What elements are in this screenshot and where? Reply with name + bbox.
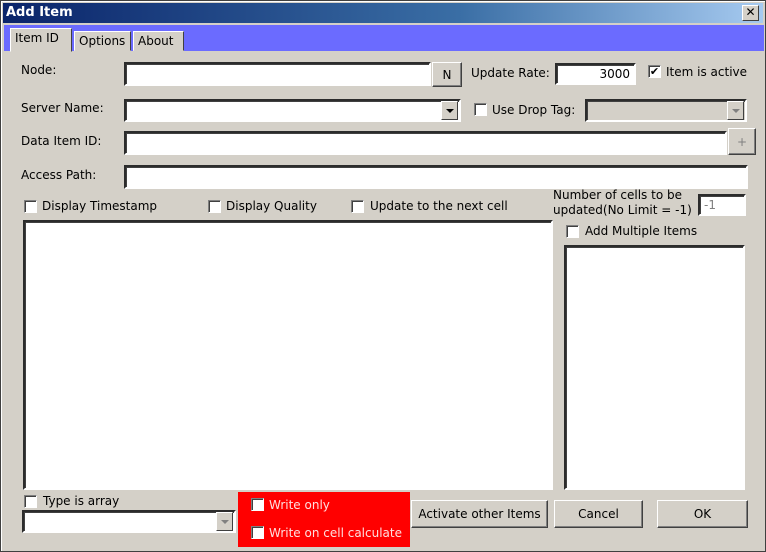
tab-options[interactable]: Options [74, 31, 131, 51]
chevron-down-icon [731, 108, 740, 113]
tab-about[interactable]: About [133, 31, 184, 51]
tab-strip: Item ID Options About [4, 25, 764, 52]
type-array-checkbox[interactable] [24, 495, 37, 508]
write-options-panel: Write only Write on cell calculate [238, 492, 410, 547]
node-field[interactable] [124, 62, 431, 86]
array-type-input[interactable] [24, 512, 234, 531]
tab-item-id[interactable]: Item ID [10, 28, 72, 52]
update-rate-input[interactable] [557, 65, 634, 83]
server-name-input[interactable] [126, 101, 459, 120]
multiple-items-listbox[interactable] [564, 245, 745, 490]
add-item-dialog: Add Item ✕ Item ID Options About Node: N… [0, 0, 766, 552]
num-cells-label: Number of cells to be updated(No Limit =… [553, 188, 692, 218]
drop-tag-dropdown-button[interactable] [727, 101, 744, 120]
node-browse-button[interactable]: N [432, 62, 462, 87]
cancel-button[interactable]: Cancel [554, 500, 643, 528]
num-cells-label-line2: updated(No Limit = -1) [553, 203, 692, 217]
server-name-dropdown-button[interactable] [441, 101, 458, 120]
access-path-label: Access Path: [21, 168, 97, 182]
node-input[interactable] [126, 64, 429, 84]
close-icon: ✕ [745, 5, 756, 19]
update-rate-label: Update Rate: [471, 66, 550, 80]
write-only-checkbox[interactable] [251, 498, 264, 511]
update-next-cell-checkbox[interactable] [351, 200, 364, 213]
use-drop-tag-checkbox[interactable] [474, 103, 487, 116]
use-drop-tag-label: Use Drop Tag: [492, 103, 576, 117]
drop-tag-dropdown[interactable] [585, 99, 747, 122]
array-type-dropdown[interactable] [22, 510, 236, 533]
chevron-down-icon [445, 108, 454, 113]
drop-tag-input[interactable] [587, 101, 745, 120]
title-bar[interactable]: Add Item ✕ [3, 3, 763, 23]
num-cells-input[interactable] [700, 196, 744, 214]
data-item-id-label: Data Item ID: [21, 134, 102, 148]
array-type-dropdown-button[interactable] [216, 512, 233, 531]
update-rate-field[interactable] [555, 63, 636, 85]
access-path-input[interactable] [126, 167, 746, 187]
update-next-cell-label: Update to the next cell [370, 199, 508, 213]
num-cells-label-line1: Number of cells to be [553, 188, 682, 202]
node-label: Node: [21, 63, 57, 77]
window-title: Add Item [6, 5, 73, 20]
data-item-id-field[interactable] [124, 131, 727, 155]
chevron-down-icon [220, 519, 229, 524]
type-array-label: Type is array [43, 494, 120, 508]
add-multiple-label: Add Multiple Items [585, 224, 698, 238]
item-active-checkbox[interactable]: ✔ [648, 65, 661, 78]
server-name-dropdown[interactable] [124, 99, 461, 122]
write-on-calc-label: Write on cell calculate [269, 526, 402, 540]
activate-other-items-button[interactable]: Activate other Items [411, 500, 548, 528]
write-only-label: Write only [269, 498, 330, 512]
num-cells-field[interactable] [698, 194, 746, 216]
add-multiple-checkbox[interactable] [566, 225, 579, 238]
access-path-field[interactable] [124, 165, 748, 189]
item-active-label: Item is active [666, 65, 748, 79]
data-item-id-input[interactable] [126, 133, 725, 153]
add-data-item-button[interactable]: + [728, 128, 756, 155]
server-name-label: Server Name: [21, 101, 104, 115]
display-timestamp-label: Display Timestamp [42, 199, 158, 213]
display-timestamp-checkbox[interactable] [24, 200, 37, 213]
display-quality-label: Display Quality [226, 199, 317, 213]
ok-button[interactable]: OK [657, 500, 748, 528]
write-on-calc-checkbox[interactable] [251, 526, 264, 539]
items-listbox[interactable] [23, 220, 553, 490]
display-quality-checkbox[interactable] [208, 200, 221, 213]
close-button[interactable]: ✕ [742, 5, 759, 21]
